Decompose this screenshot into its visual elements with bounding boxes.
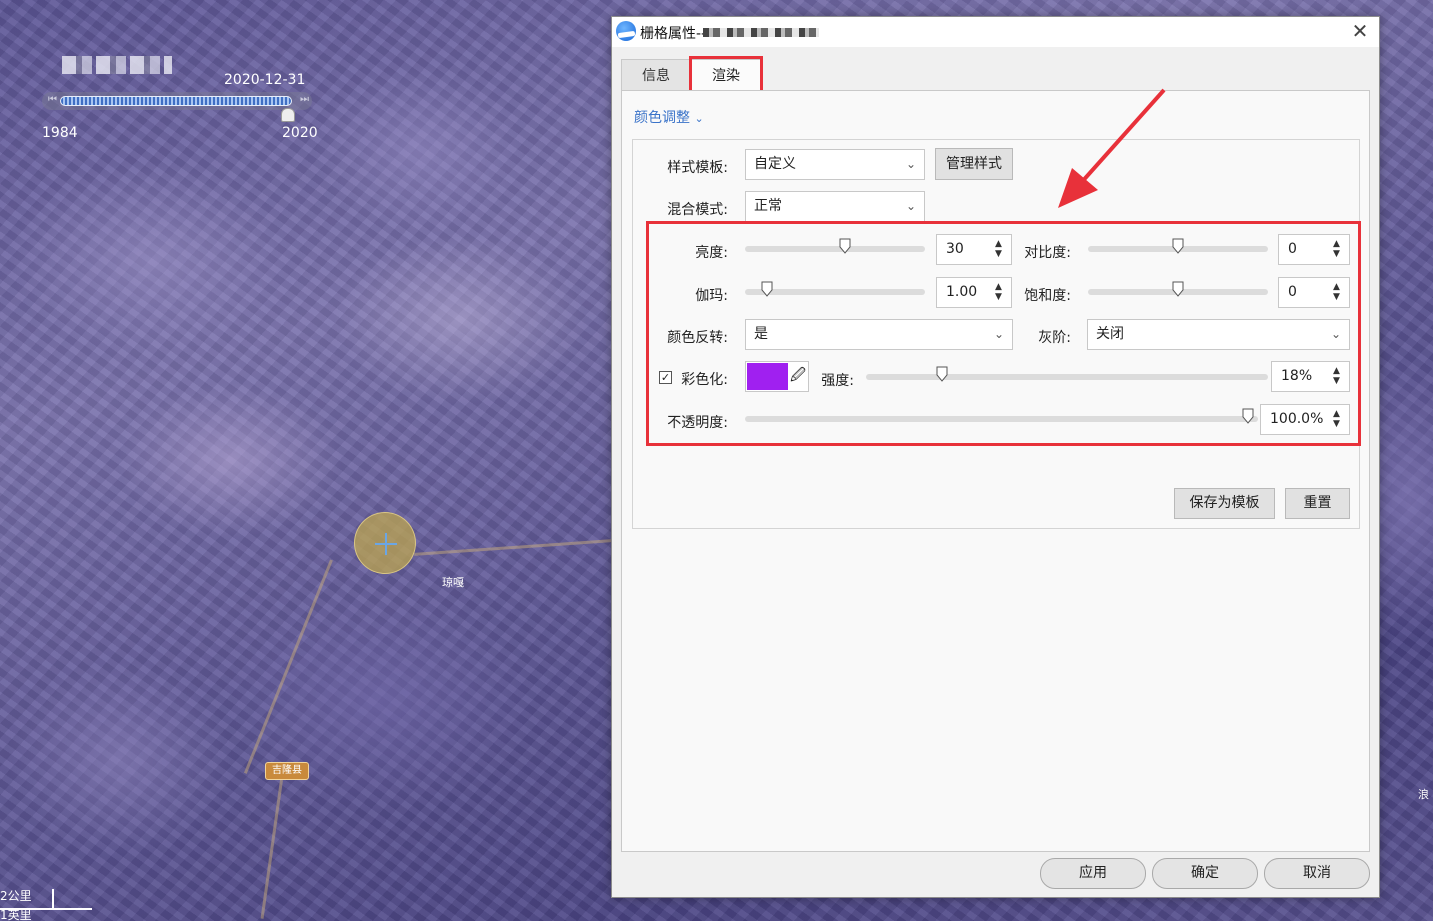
timeline-title-redacted [62,56,172,74]
app-logo-icon [616,21,636,41]
blend-mode-value: 正常 [754,198,782,214]
timeline-min-year: 1984 [42,125,78,141]
town-badge[interactable]: 吉隆县 [265,762,309,780]
save-as-template-button[interactable]: 保存为模板 [1174,488,1275,519]
close-icon[interactable]: ✕ [1349,21,1371,43]
annotation-highlight-box [646,221,1361,446]
scale-mi: 1英里 [0,908,32,921]
title-redacted [703,28,819,37]
tab-highlight-box [689,56,763,93]
color-adjust-header[interactable]: 颜色调整 ⌄ [634,107,704,127]
timeline-widget: 2020-12-31 ⏮ ⏭ 1984 2020 [38,52,318,142]
timeline-start-icon[interactable]: ⏮ [48,94,57,105]
titlebar[interactable]: 栅格属性-- ✕ [612,17,1379,47]
chevron-down-icon: ⌄ [905,199,916,213]
ok-button[interactable]: 确定 [1152,858,1258,889]
timeline-slider[interactable] [60,96,292,106]
place-label: 琼嘎 [442,576,464,589]
blend-mode-select[interactable]: 正常 ⌄ [745,191,925,222]
dialog-title: 栅格属性-- [640,26,707,42]
blend-mode-label: 混合模式: [667,202,728,218]
road [243,559,333,774]
timeline-max-year: 2020 [282,125,318,141]
annotation-arrow-icon [1058,88,1166,208]
style-template-value: 自定义 [754,156,796,172]
timeline-thumb[interactable] [281,108,295,122]
chevron-down-icon: ⌄ [694,112,704,125]
scale-km: 2公里 [0,889,32,903]
road [260,779,283,919]
scale-tick [52,889,54,909]
road [414,539,612,556]
cancel-button[interactable]: 取消 [1264,858,1370,889]
place-label-edge: 浪 [1418,788,1429,801]
chevron-down-icon: ⌄ [905,157,916,171]
style-template-label: 样式模板: [667,160,728,176]
timeline-end-icon[interactable]: ⏭ [300,94,309,105]
timeline-date: 2020-12-31 [224,72,306,88]
tab-info[interactable]: 信息 [621,59,691,91]
render-panel: 颜色调整 ⌄ [621,90,1370,852]
location-marker[interactable] [354,512,416,574]
section-label: 颜色调整 [634,110,690,126]
manage-style-button[interactable]: 管理样式 [935,148,1013,180]
raster-properties-dialog: 栅格属性-- ✕ 信息 渲染 颜色调整 ⌄ 样式模板: 自定义 ⌄ 管理样式 混… [611,16,1380,898]
reset-button[interactable]: 重置 [1285,488,1350,519]
apply-button[interactable]: 应用 [1040,858,1146,889]
style-template-select[interactable]: 自定义 ⌄ [745,149,925,180]
